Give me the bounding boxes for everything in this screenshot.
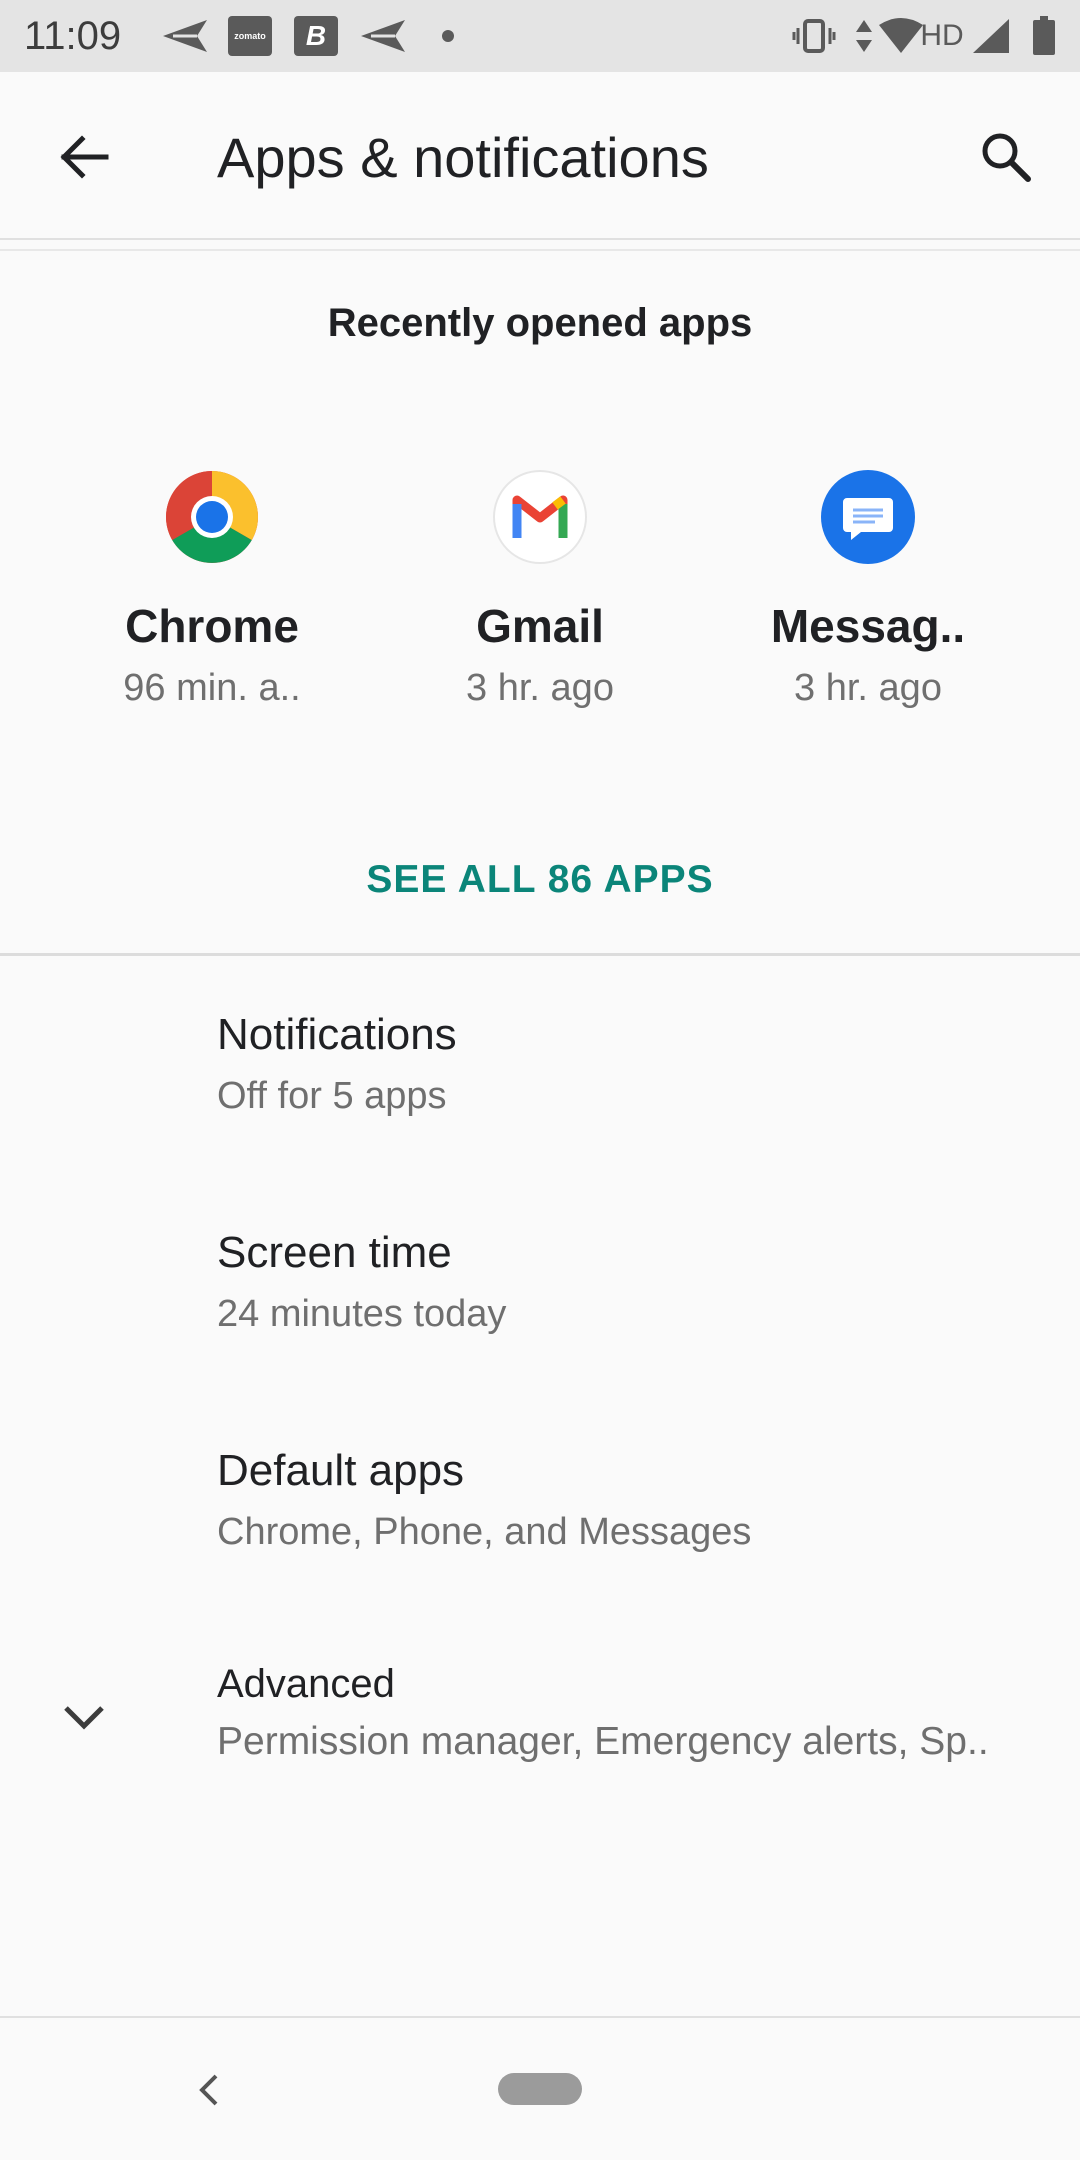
item-subtitle: Chrome, Phone, and Messages (217, 1511, 752, 1553)
gmail-icon (493, 470, 587, 564)
see-all-apps-button[interactable]: SEE ALL 86 APPS (0, 852, 1080, 908)
search-icon (982, 133, 1031, 182)
chevron-down-icon (56, 1690, 112, 1746)
item-title: Default apps (217, 1446, 465, 1495)
item-title: Notifications (217, 1010, 457, 1059)
chrome-icon (165, 470, 259, 564)
send-icon (160, 16, 210, 56)
recent-app-messages[interactable]: Messag.. 3 hr. ago (718, 470, 1018, 712)
item-title: Advanced (217, 1662, 395, 1706)
send-icon (358, 16, 408, 56)
zomato-icon: zomato (228, 16, 272, 56)
nav-home-pill[interactable] (498, 2073, 582, 2105)
list-item-screen-time[interactable] (0, 1210, 1080, 1410)
recent-app-chrome[interactable]: Chrome 96 min. a.. (62, 470, 362, 712)
app-name: Chrome (125, 600, 299, 652)
item-title: Screen time (217, 1228, 452, 1277)
divider (0, 249, 1080, 251)
data-arrows-icon (852, 16, 876, 56)
item-subtitle: Off for 5 apps (217, 1075, 447, 1117)
battery-icon (1030, 16, 1058, 56)
dot-icon (436, 16, 460, 56)
status-time: 11:09 (24, 14, 122, 58)
app-name: Gmail (476, 600, 604, 652)
b-app-icon: B (294, 16, 338, 56)
divider (0, 953, 1080, 956)
item-subtitle: Permission manager, Emergency alerts, Sp… (217, 1720, 989, 1763)
app-name: Messag.. (770, 600, 966, 652)
arrow-back-icon (60, 135, 109, 179)
app-last-opened: 3 hr. ago (466, 667, 614, 709)
network-type-label: HD (920, 19, 964, 52)
back-button[interactable] (44, 117, 124, 197)
page-title: Apps & notifications (217, 126, 709, 189)
signal-icon (970, 16, 1012, 56)
app-last-opened: 3 hr. ago (794, 667, 942, 709)
wifi-icon (876, 16, 926, 56)
recent-app-gmail[interactable]: Gmail 3 hr. ago (390, 470, 690, 712)
item-subtitle: 24 minutes today (217, 1293, 507, 1335)
list-item-notifications[interactable] (0, 990, 1080, 1190)
recent-apps-title: Recently opened apps (327, 301, 753, 345)
messages-icon (821, 470, 915, 564)
app-last-opened: 96 min. a.. (123, 667, 301, 709)
search-button[interactable] (966, 117, 1046, 197)
nav-back-icon[interactable] (186, 2066, 234, 2114)
vibrate-icon (790, 16, 838, 56)
